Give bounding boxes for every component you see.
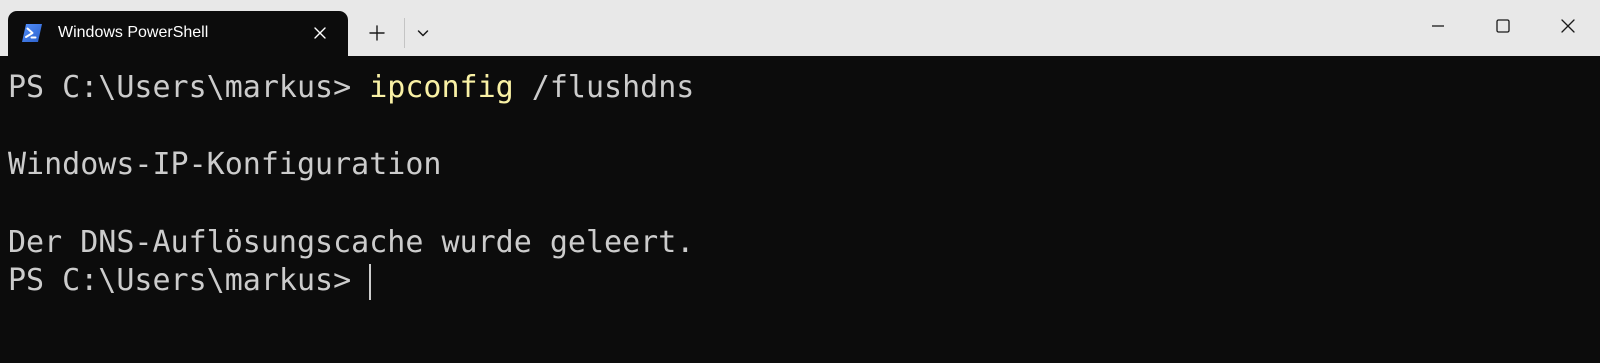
command-name: ipconfig bbox=[369, 70, 514, 105]
close-icon bbox=[1561, 19, 1575, 33]
minimize-icon bbox=[1432, 25, 1444, 27]
tab-divider bbox=[404, 18, 405, 48]
output-heading: Windows-IP-Konfiguration bbox=[8, 147, 442, 182]
terminal-window: Windows PowerShell PS C:\Users\markus> i… bbox=[0, 0, 1600, 363]
prompt: PS C:\Users\markus> bbox=[8, 70, 370, 105]
maximize-button[interactable] bbox=[1480, 6, 1526, 46]
terminal-output[interactable]: PS C:\Users\markus> ipconfig /flushdns W… bbox=[0, 56, 1600, 363]
input-line[interactable]: PS C:\Users\markus> bbox=[8, 261, 372, 301]
chevron-down-icon bbox=[417, 30, 429, 37]
tab-title: Windows PowerShell bbox=[58, 24, 209, 41]
tab-windows-powershell[interactable]: Windows PowerShell bbox=[8, 11, 348, 56]
new-tab-button[interactable] bbox=[362, 18, 392, 48]
close-icon bbox=[314, 27, 326, 39]
close-window-button[interactable] bbox=[1545, 6, 1591, 46]
minimize-button[interactable] bbox=[1415, 6, 1461, 46]
output-message: Der DNS-Auflösungscache wurde geleert. bbox=[8, 225, 695, 260]
powershell-icon bbox=[21, 22, 43, 44]
tab-close-button[interactable] bbox=[308, 21, 332, 45]
command-line: PS C:\Users\markus> ipconfig /flushdns bbox=[8, 68, 694, 108]
plus-icon bbox=[369, 25, 385, 41]
profile-dropdown-button[interactable] bbox=[408, 18, 438, 48]
prompt: PS C:\Users\markus> bbox=[8, 263, 370, 298]
text-cursor bbox=[369, 263, 372, 300]
maximize-icon bbox=[1496, 19, 1510, 33]
command-args: /flushdns bbox=[513, 70, 695, 105]
title-bar[interactable]: Windows PowerShell bbox=[0, 0, 1600, 56]
